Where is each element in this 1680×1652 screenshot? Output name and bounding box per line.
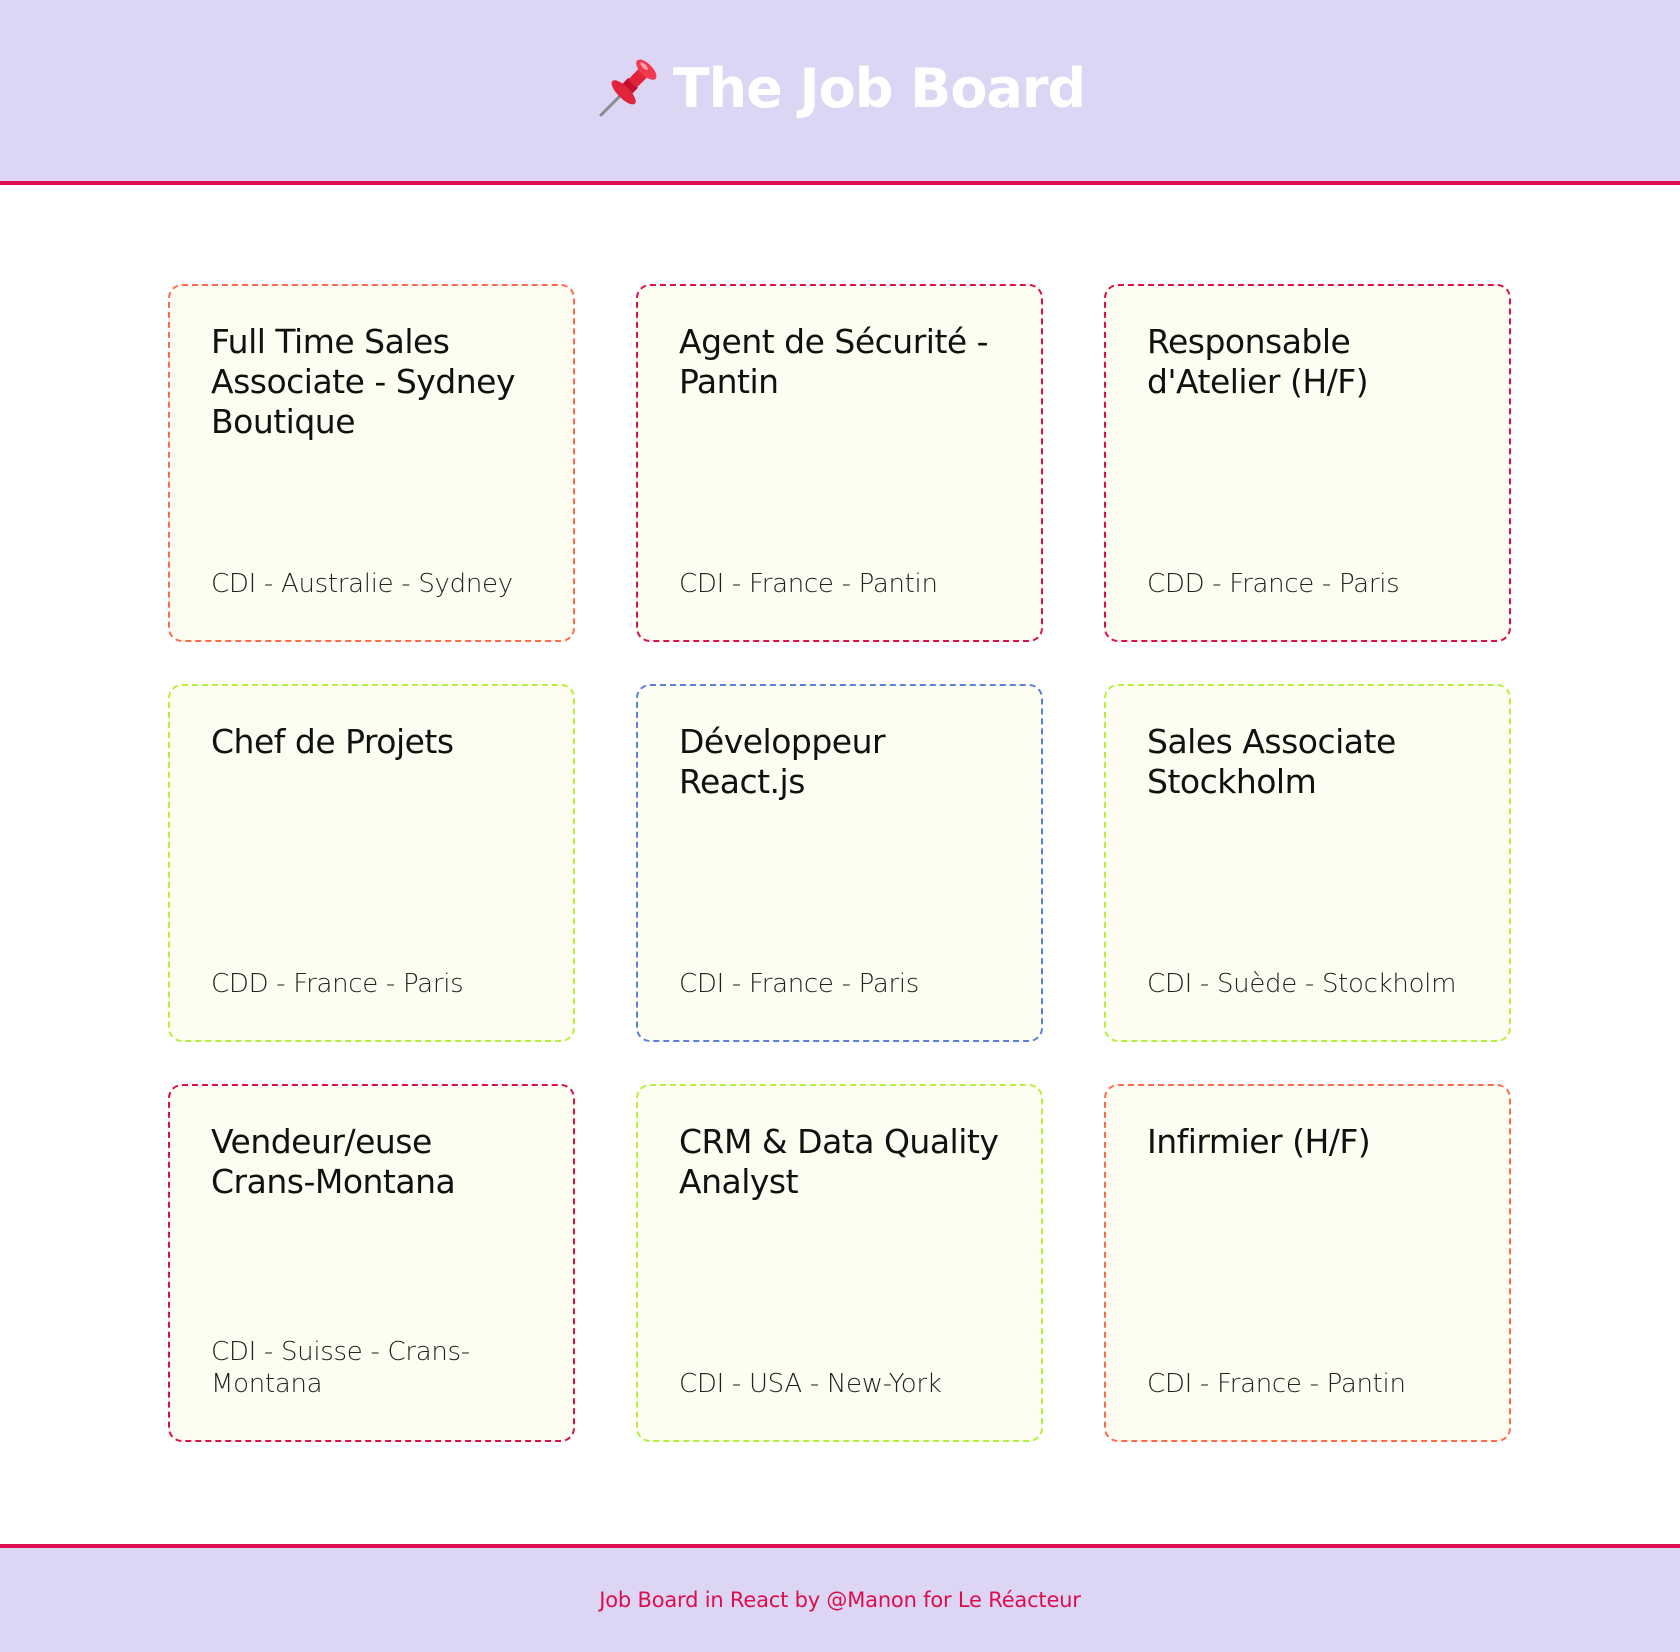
job-meta: CDI - Australie - Sydney: [211, 569, 513, 599]
job-card[interactable]: Infirmier (H/F) CDI - France - Pantin: [1104, 1084, 1511, 1442]
job-card[interactable]: Développeur React.js CDI - France - Paris: [636, 684, 1043, 1042]
job-card[interactable]: Responsable d'Atelier (H/F) CDD - France …: [1104, 284, 1511, 642]
footer-credit: Job Board in React by @Manon for Le Réac…: [599, 1588, 1081, 1612]
job-meta: CDI - France - Pantin: [679, 569, 938, 599]
job-card[interactable]: CRM & Data Quality Analyst CDI - USA - Ne…: [636, 1084, 1043, 1442]
job-meta: CDI - Suisse - Crans-Montana: [211, 1337, 470, 1399]
job-card[interactable]: Sales Associate Stockholm CDI - Suède - S…: [1104, 684, 1511, 1042]
job-meta: CDI - France - Paris: [679, 969, 920, 999]
job-card[interactable]: Agent de Sécurité - Pantin CDI - France -…: [636, 284, 1043, 642]
header: The Job Board: [0, 0, 1680, 185]
job-title: Développeur React.js: [679, 722, 886, 801]
job-meta: CDD - France - Paris: [1147, 569, 1400, 599]
job-title: Agent de Sécurité - Pantin: [679, 322, 989, 401]
job-title: Sales Associate Stockholm: [1147, 722, 1396, 801]
job-title: CRM & Data Quality Analyst: [679, 1122, 999, 1201]
job-grid: Full Time Sales Associate - Sydney Bouti…: [168, 284, 1511, 1442]
job-card[interactable]: Full Time Sales Associate - Sydney Bouti…: [168, 284, 575, 642]
footer: Job Board in React by @Manon for Le Réac…: [0, 1544, 1680, 1652]
job-title: Vendeur/euse Crans-Montana: [211, 1122, 456, 1201]
job-title: Responsable d'Atelier (H/F): [1147, 322, 1369, 401]
job-title: Chef de Projets: [211, 722, 454, 761]
job-card[interactable]: Chef de Projets CDD - France - Paris: [168, 684, 575, 1042]
job-card[interactable]: Vendeur/euse Crans-Montana CDI - Suisse -…: [168, 1084, 575, 1442]
job-meta: CDI - Suède - Stockholm: [1147, 969, 1457, 999]
header-brand: The Job Board: [595, 57, 1086, 121]
job-meta: CDD - France - Paris: [211, 969, 464, 999]
job-title: Infirmier (H/F): [1147, 1122, 1371, 1161]
pushpin-icon: [595, 57, 663, 121]
job-meta: CDI - USA - New-York: [679, 1369, 942, 1399]
page-title: The Job Board: [672, 57, 1086, 120]
job-meta: CDI - France - Pantin: [1147, 1369, 1406, 1399]
job-title: Full Time Sales Associate - Sydney Bouti…: [211, 322, 515, 441]
